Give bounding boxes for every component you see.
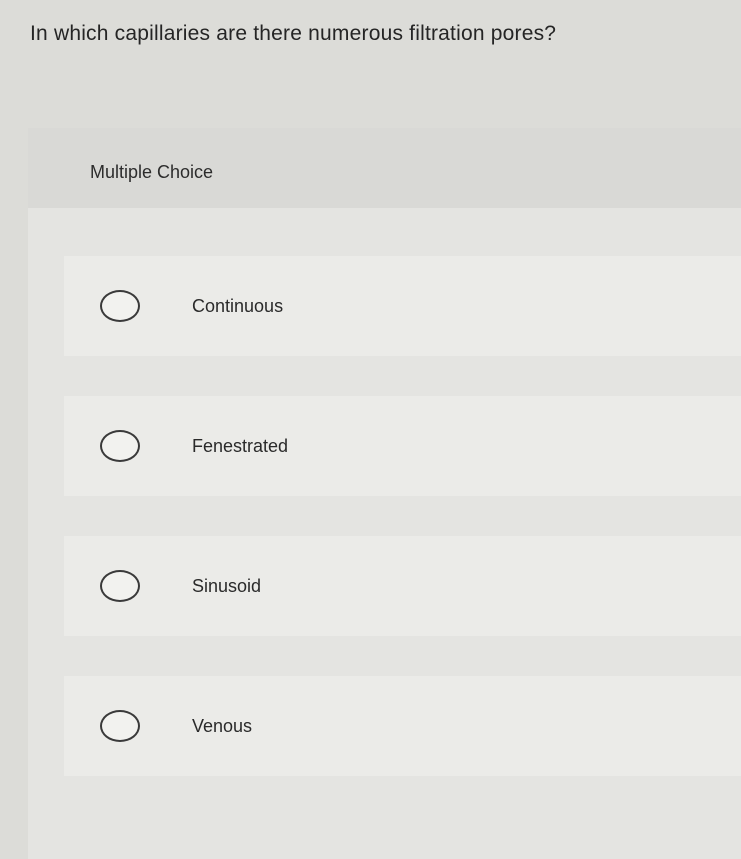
answer-option-label: Continuous bbox=[192, 295, 284, 316]
answer-options: Continuous Fenestrated Sinusoid Venous bbox=[64, 256, 741, 816]
question-type-label: Multiple Choice bbox=[90, 162, 214, 182]
answer-option-fenestrated[interactable]: Fenestrated bbox=[64, 396, 741, 496]
answer-option-venous[interactable]: Venous bbox=[64, 676, 741, 776]
radio-button[interactable] bbox=[100, 290, 140, 322]
radio-button[interactable] bbox=[100, 570, 140, 602]
answer-option-label: Venous bbox=[192, 715, 253, 736]
answer-option-sinusoid[interactable]: Sinusoid bbox=[64, 536, 741, 636]
answer-option-label: Fenestrated bbox=[192, 435, 289, 456]
answer-panel: Multiple Choice Continuous Fenestrated S… bbox=[28, 128, 741, 859]
question-text: In which capillaries are there numerous … bbox=[30, 22, 557, 45]
radio-button[interactable] bbox=[100, 710, 140, 742]
question-type-header: Multiple Choice bbox=[28, 128, 741, 208]
answer-option-continuous[interactable]: Continuous bbox=[64, 256, 741, 356]
answer-option-label: Sinusoid bbox=[192, 575, 262, 596]
radio-button[interactable] bbox=[100, 430, 140, 462]
